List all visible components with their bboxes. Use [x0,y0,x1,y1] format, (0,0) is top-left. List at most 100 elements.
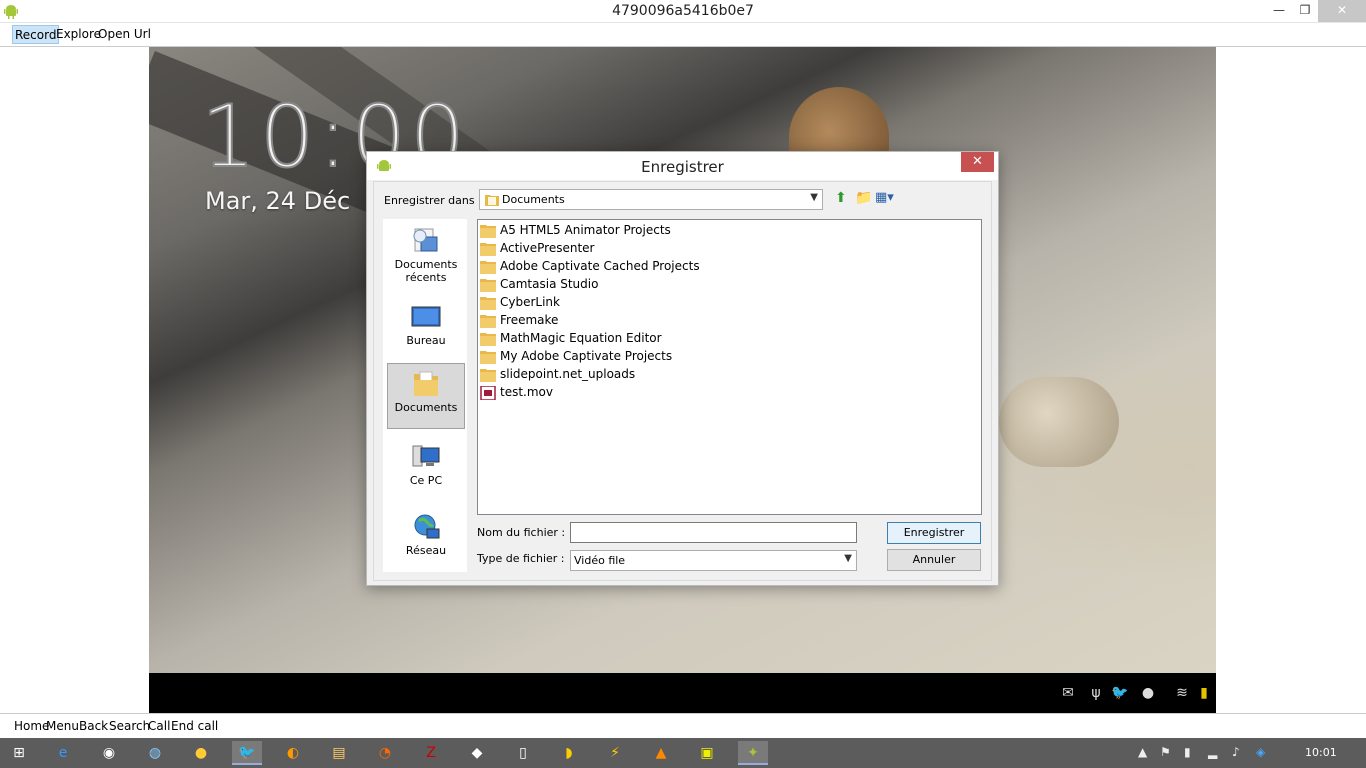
home-button[interactable]: Home [14,719,49,733]
start-windows-icon[interactable]: ⊞ [4,741,34,765]
folder-icon [480,351,496,364]
list-item[interactable]: My Adobe Captivate Projects [480,348,780,366]
search-button[interactable]: Search [109,719,150,733]
vlc-icon[interactable]: ▲ [646,741,676,765]
windows-taskbar: ⊞ e ◉ ◍ ● 🐦 ◐ ▤ ◔ Z ◆ ▯ ◗ ⚡ ▲ ▣ ✦ ▲ ⚑ ▮ … [0,738,1366,768]
chevron-down-icon: ▼ [844,553,852,564]
filename-input[interactable] [570,522,857,543]
place-label: Documents récents [394,258,458,284]
file-name: A5 HTML5 Animator Projects [500,223,671,237]
file-name: CyberLink [500,295,560,309]
folder-icon [480,315,496,328]
document-icon[interactable]: ▯ [508,741,538,765]
internet-explorer-icon[interactable]: e [48,741,78,765]
file-list[interactable]: A5 HTML5 Animator Projects ActivePresent… [477,219,982,515]
filezilla-icon[interactable]: Z [416,741,446,765]
places-sidebar: Documents récents Bureau Documents Ce PC… [383,219,467,572]
place-label: Bureau [406,334,446,347]
file-name: My Adobe Captivate Projects [500,349,673,363]
folder-icon [485,195,499,206]
save-in-label: Enregistrer dans : [384,194,482,207]
file-name: MathMagic Equation Editor [500,331,662,345]
menubar: Record Explore Open Url [0,23,1366,46]
app-icon[interactable]: ▣ [692,741,722,765]
place-this-pc[interactable]: Ce PC [387,437,465,503]
app-icon[interactable]: ◍ [140,741,170,765]
dialog-body: Enregistrer dans : Documents ▼ ⬆ 📁 ▦▾ Do… [373,181,992,581]
save-button[interactable]: Enregistrer [887,522,981,544]
dropbox-icon[interactable]: ◈ [1256,745,1265,759]
dialog-close-button[interactable]: ✕ [961,152,994,172]
app-icon[interactable]: ◉ [94,741,124,765]
desktop-icon [411,306,441,327]
chevron-down-icon: ▼ [810,192,818,203]
chrome-icon[interactable]: ● [186,741,216,765]
list-item[interactable]: Adobe Captivate Cached Projects [480,258,780,276]
network-icon [414,514,440,539]
close-button[interactable]: ✕ [1318,0,1366,22]
place-desktop[interactable]: Bureau [387,297,465,363]
menu-button[interactable]: Menu [46,719,79,733]
device-control-bar: Home Menu Back Search Call End call [0,715,1366,738]
place-recent-documents[interactable]: Documents récents [387,221,465,287]
new-folder-icon[interactable]: 📁 [855,190,872,206]
file-name: test.mov [500,385,553,399]
list-item[interactable]: MathMagic Equation Editor [480,330,780,348]
list-item[interactable]: test.mov [480,384,780,402]
clock[interactable]: 10:01 [1305,746,1337,759]
usb-icon: ψ [1091,685,1101,701]
place-label: Ce PC [409,474,443,487]
list-item[interactable]: A5 HTML5 Animator Projects [480,222,780,240]
power-icon[interactable]: ▮ [1184,745,1191,759]
filetype-value: Vidéo file [574,554,626,567]
end-call-button[interactable]: End call [171,719,218,733]
list-item[interactable]: ActivePresenter [480,240,780,258]
save-dialog: Enregistrer ✕ Enregistrer dans : Documen… [366,151,999,586]
show-hidden-icons-icon[interactable]: ▲ [1138,745,1147,759]
battery-icon: ▮ [1200,685,1208,701]
app-icon[interactable]: ⚡ [600,741,630,765]
folder-icon [480,225,496,238]
up-folder-icon[interactable]: ⬆ [835,190,847,206]
list-item[interactable]: CyberLink [480,294,780,312]
flag-icon[interactable]: ⚑ [1160,745,1171,759]
file-name: ActivePresenter [500,241,595,255]
place-documents[interactable]: Documents [387,363,465,429]
lockscreen-date: Mar, 24 Déc [205,187,351,215]
twitter-icon[interactable]: 🐦 [232,741,262,765]
place-network[interactable]: Réseau [387,507,465,573]
folder-icon [480,279,496,292]
back-button[interactable]: Back [79,719,108,733]
dialog-titlebar: Enregistrer ✕ [367,152,998,180]
documents-folder-icon [414,371,438,396]
list-item[interactable]: slidepoint.net_uploads [480,366,780,384]
twitter-icon: 🐦 [1111,685,1129,701]
filetype-dropdown[interactable]: Vidéo file ▼ [570,550,857,571]
firefox-icon[interactable]: ◔ [370,741,400,765]
place-label: Réseau [405,544,447,557]
app-icon[interactable]: ◐ [278,741,308,765]
filetype-label: Type de fichier : [477,552,565,565]
list-item[interactable]: Camtasia Studio [480,276,780,294]
wallpaper-seal [999,377,1119,467]
view-menu-icon[interactable]: ▦▾ [875,190,894,205]
menu-open-url[interactable]: Open Url [96,25,153,44]
video-file-icon [480,386,496,400]
file-explorer-icon[interactable]: ▤ [324,741,354,765]
app-icon[interactable]: ◆ [462,741,492,765]
app-icon[interactable]: ◗ [554,741,584,765]
signal-icon[interactable]: ▂ [1208,745,1217,759]
menu-record[interactable]: Record [12,25,60,44]
cancel-button[interactable]: Annuler [887,549,981,571]
maximize-button[interactable]: ❐ [1290,0,1320,22]
file-name: Camtasia Studio [500,277,599,291]
list-item[interactable]: Freemake [480,312,780,330]
android-icon[interactable]: ✦ [738,741,768,765]
filename-label: Nom du fichier : [477,526,566,539]
window-titlebar: 4790096a5416b0e7 — ❐ ✕ [0,0,1366,23]
volume-icon[interactable]: ♪ [1232,745,1240,759]
folder-icon [480,243,496,256]
call-button[interactable]: Call [148,719,170,733]
file-name: Freemake [500,313,559,327]
save-in-dropdown[interactable]: Documents ▼ [479,189,823,210]
